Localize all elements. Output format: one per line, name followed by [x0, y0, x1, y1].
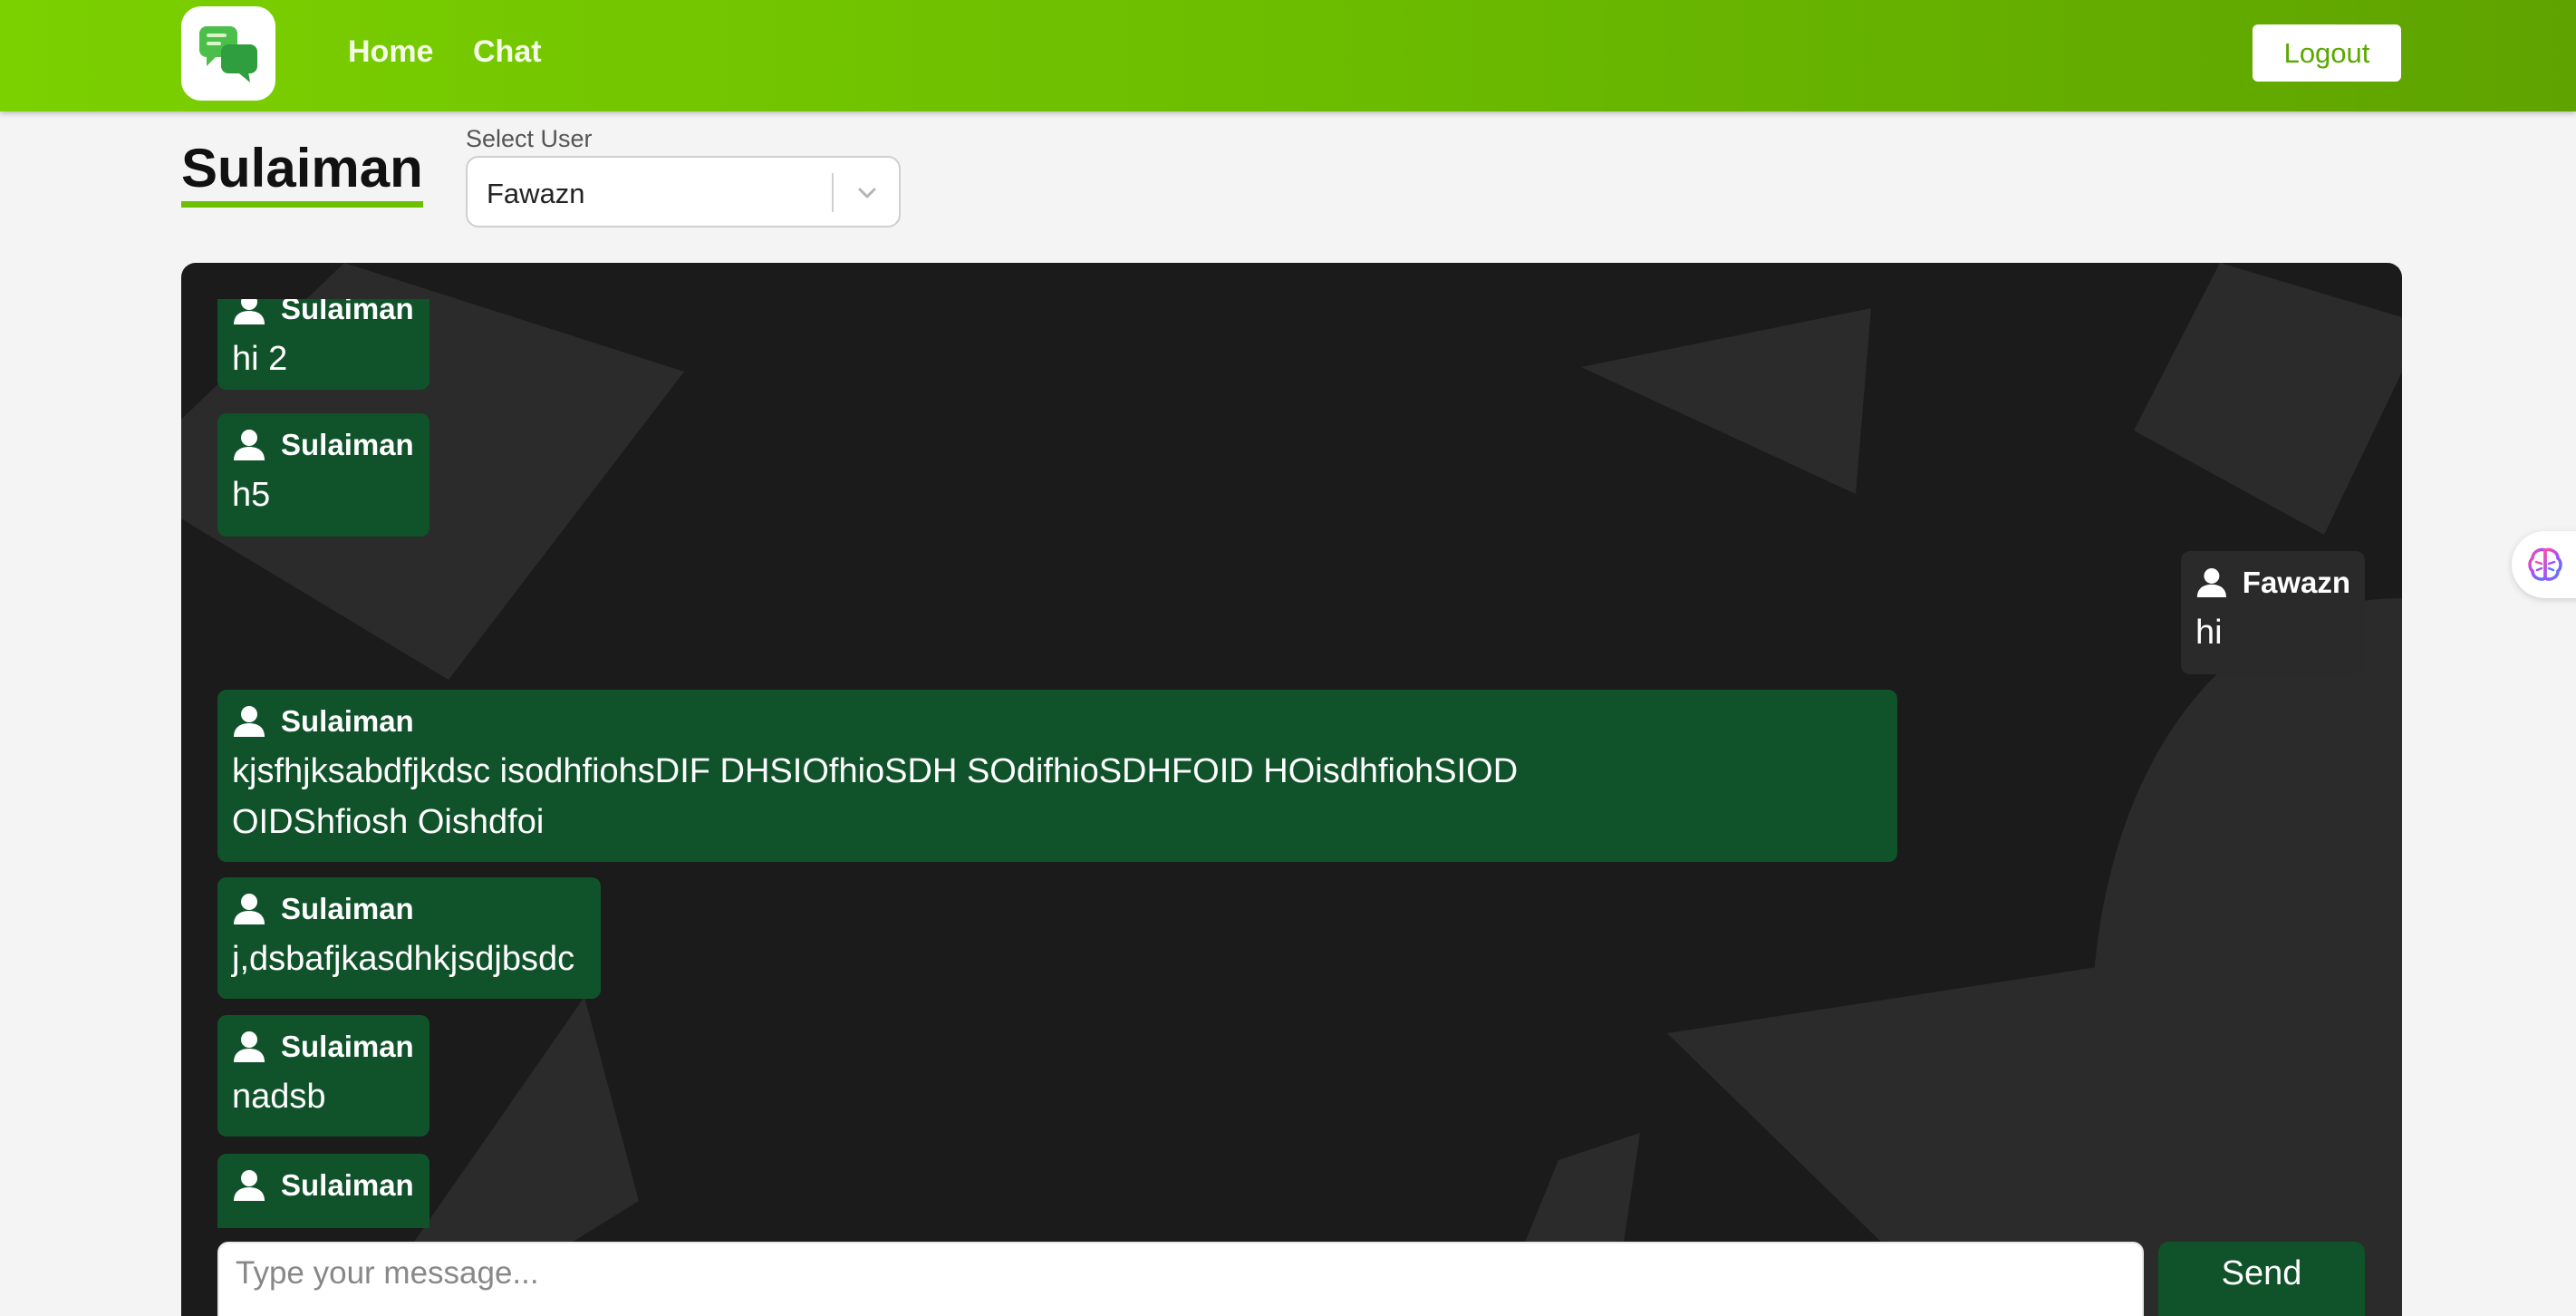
- nav-link-chat[interactable]: Chat: [473, 34, 542, 70]
- app-logo[interactable]: [181, 6, 275, 101]
- message-bubble: Fawazn hi: [2181, 551, 2365, 674]
- message-text: nadsb: [232, 1078, 326, 1116]
- select-separator: [832, 173, 834, 212]
- message-bubble: Sulaiman kjsfhjksabdfjkdsc isodhfiohsDIF…: [217, 690, 1897, 862]
- user-icon: [2196, 567, 2226, 598]
- message-sender: Sulaiman: [281, 1030, 414, 1063]
- user-icon: [234, 1170, 265, 1201]
- chevron-down-icon[interactable]: [854, 179, 881, 211]
- message-sender: Fawazn: [2242, 566, 2350, 599]
- message-bubble: Sulaiman hi 2: [217, 299, 429, 390]
- user-icon: [234, 430, 265, 460]
- nav-link-home[interactable]: Home: [348, 34, 433, 70]
- chat-panel: Sulaiman hi 2 Sulaiman h5 Fawazn hi Sula…: [181, 263, 2402, 1316]
- select-user-dropdown[interactable]: Fawazn: [466, 156, 901, 227]
- message-sender: Sulaiman: [281, 1168, 414, 1202]
- message-sender: Sulaiman: [281, 704, 414, 738]
- message-input[interactable]: [217, 1242, 2144, 1316]
- top-navbar: Home Chat Logout: [0, 0, 2576, 111]
- message-list[interactable]: Sulaiman hi 2 Sulaiman h5 Fawazn hi Sula…: [181, 299, 2402, 1228]
- message-bubble: Sulaiman j,dsbafjkasdhkjsdjbsdc: [217, 877, 601, 999]
- user-icon: [234, 1031, 265, 1062]
- page-title: Sulaiman: [181, 141, 423, 208]
- message-text: hi 2: [232, 340, 288, 378]
- message-text: hi: [2195, 614, 2223, 652]
- message-text: kjsfhjksabdfjkdsc isodhfiohsDIF DHSIOfhi…: [232, 752, 1519, 841]
- user-icon: [234, 894, 265, 924]
- message-bubble: Sulaiman nadsb: [217, 1015, 429, 1137]
- send-button[interactable]: Send: [2158, 1242, 2365, 1316]
- user-icon: [234, 299, 265, 324]
- extension-bubble[interactable]: [2512, 531, 2576, 598]
- message-text: j,dsbafjkasdhkjsdjbsdc: [232, 940, 575, 978]
- select-user-label: Select User: [466, 125, 593, 152]
- message-sender: Sulaiman: [281, 299, 414, 325]
- message-text: h5: [232, 476, 271, 514]
- user-icon: [234, 706, 265, 737]
- message-bubble: Sulaiman h5: [217, 413, 429, 537]
- message-sender: Sulaiman: [281, 892, 414, 925]
- brain-icon: [2528, 547, 2562, 581]
- logout-button[interactable]: Logout: [2253, 24, 2401, 82]
- message-bubble: Sulaiman: [217, 1154, 429, 1228]
- select-user-value: Fawazn: [487, 178, 585, 209]
- chat-bubbles-icon: [199, 26, 257, 82]
- message-sender: Sulaiman: [281, 428, 414, 461]
